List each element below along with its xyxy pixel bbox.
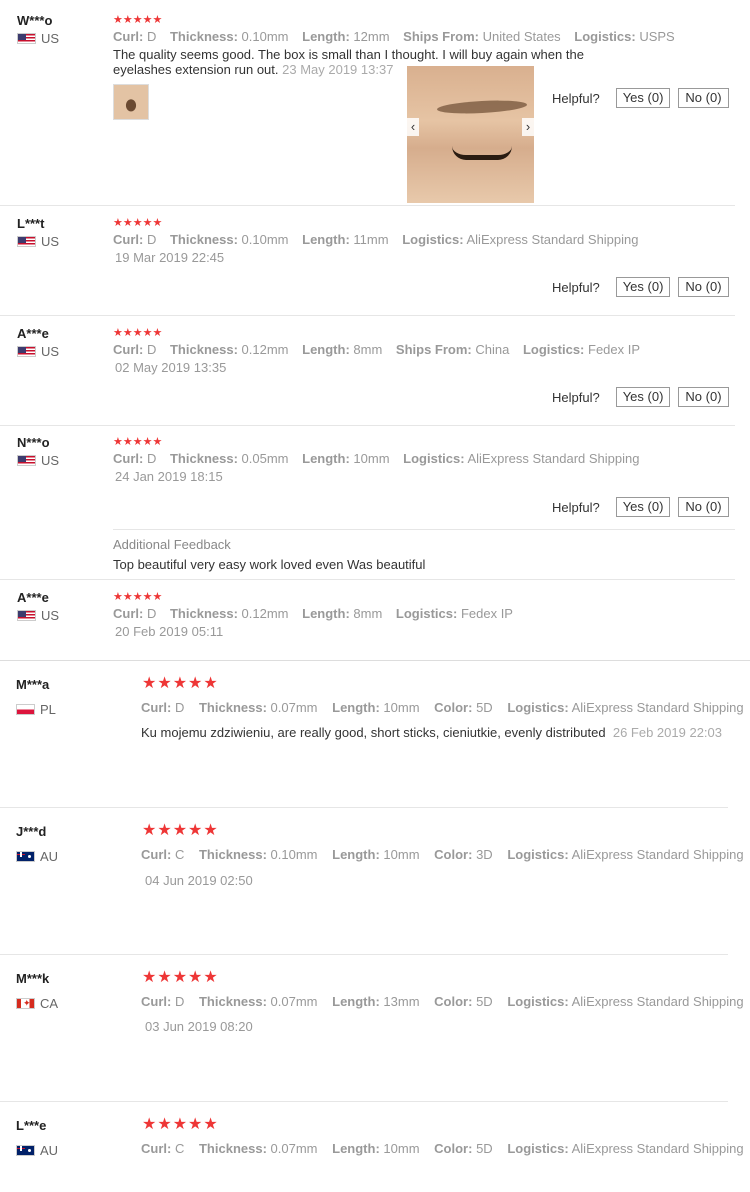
helpful-yes-button[interactable]: Yes (0): [615, 88, 671, 108]
country-code: US: [41, 453, 60, 468]
divider: [0, 579, 735, 580]
helpful-label: Helpful?: [552, 499, 600, 515]
star-rating: ★★★★★: [113, 217, 163, 229]
country-code: CA: [40, 996, 59, 1011]
review-date: 24 Jan 2019 18:15: [115, 469, 223, 484]
review-photo-thumbnail[interactable]: [113, 84, 149, 120]
country-code: US: [41, 234, 60, 249]
divider: [113, 529, 735, 530]
divider: [0, 807, 728, 808]
reviewer-country: AU: [16, 849, 58, 864]
us-flag-icon: [17, 33, 36, 44]
us-flag-icon: [17, 236, 36, 247]
review-text: Ku mojemu zdziwieniu, are really good, s…: [141, 725, 722, 740]
helpful-label: Helpful?: [552, 279, 600, 295]
us-flag-icon: [17, 346, 36, 357]
reviewer-country: US: [17, 31, 59, 46]
country-code: AU: [40, 1143, 59, 1158]
helpful-no-button[interactable]: No (0): [678, 277, 729, 297]
eyelash-shape: [452, 146, 512, 160]
additional-feedback-text: Top beautiful very easy work loved even …: [113, 557, 426, 572]
reviewer-name: J***d: [16, 824, 47, 839]
star-rating: ★★★★★: [113, 591, 163, 603]
divider: [0, 660, 750, 661]
helpful-no-button[interactable]: No (0): [678, 387, 729, 407]
divider: [0, 954, 728, 955]
helpful-yes-button[interactable]: Yes (0): [615, 497, 671, 517]
country-code: PL: [40, 702, 56, 717]
helpful-yes-button[interactable]: Yes (0): [615, 277, 671, 297]
helpful-label: Helpful?: [552, 90, 600, 106]
reviewer-country: US: [17, 234, 59, 249]
pl-flag-icon: [16, 704, 35, 715]
reviewer-name: A***e: [17, 590, 49, 605]
prev-photo-button[interactable]: ‹: [407, 118, 419, 136]
au-flag-icon: [16, 1145, 35, 1156]
star-rating: ★★★★★: [142, 822, 219, 839]
review-attributes: Curl: D Thickness: 0.07mm Length: 13mm C…: [141, 994, 744, 1009]
review-date: 02 May 2019 13:35: [115, 360, 227, 375]
country-code: AU: [40, 849, 59, 864]
star-rating: ★★★★★: [113, 327, 163, 339]
country-code: US: [41, 608, 60, 623]
helpful-vote: Helpful? Yes (0) No (0): [552, 497, 729, 517]
reviewer-name: M***a: [16, 677, 50, 692]
divider: [0, 425, 735, 426]
reviewer-name: W***o: [17, 13, 53, 28]
review-attributes: Curl: D Thickness: 0.07mm Length: 10mm C…: [141, 700, 744, 715]
review-attributes: Curl: D Thickness: 0.10mm Length: 12mm S…: [113, 29, 675, 44]
country-code: US: [41, 344, 60, 359]
review-attributes: Curl: C Thickness: 0.10mm Length: 10mm C…: [141, 847, 744, 862]
reviewer-country: US: [17, 344, 59, 359]
review-date: 20 Feb 2019 05:11: [115, 624, 224, 639]
reviewer-name: A***e: [17, 326, 49, 341]
review-attributes: Curl: D Thickness: 0.12mm Length: 8mm Lo…: [113, 606, 513, 621]
reviewer-country: CA: [16, 996, 58, 1011]
review-date: 03 Jun 2019 08:20: [145, 1019, 253, 1034]
reviewer-country: US: [17, 453, 59, 468]
star-rating: ★★★★★: [142, 675, 219, 692]
review-text: The quality seems good. The box is small…: [113, 47, 584, 77]
star-rating: ★★★★★: [113, 436, 163, 448]
country-code: US: [41, 31, 60, 46]
us-flag-icon: [17, 455, 36, 466]
eyebrow-shape: [436, 98, 528, 116]
review-attributes: Curl: D Thickness: 0.10mm Length: 11mm L…: [113, 232, 639, 247]
helpful-yes-button[interactable]: Yes (0): [615, 387, 671, 407]
review-attributes: Curl: C Thickness: 0.07mm Length: 10mm C…: [141, 1141, 744, 1156]
us-flag-icon: [17, 610, 36, 621]
helpful-label: Helpful?: [552, 389, 600, 405]
helpful-no-button[interactable]: No (0): [678, 497, 729, 517]
review-date: 04 Jun 2019 02:50: [145, 873, 253, 888]
reviewer-country: AU: [16, 1143, 58, 1158]
additional-feedback-title: Additional Feedback: [113, 537, 231, 552]
star-rating: ★★★★★: [113, 14, 163, 26]
reviewer-country: PL: [16, 702, 56, 717]
helpful-vote: Helpful? Yes (0) No (0): [552, 277, 729, 297]
helpful-vote: Helpful? Yes (0) No (0): [552, 387, 729, 407]
star-rating: ★★★★★: [142, 969, 219, 986]
reviewer-name: N***o: [17, 435, 50, 450]
reviewer-name: L***t: [17, 216, 45, 231]
review-photo-preview: ‹ ›: [407, 66, 534, 203]
divider: [0, 315, 735, 316]
review-date: 19 Mar 2019 22:45: [115, 250, 225, 265]
review-attributes: Curl: D Thickness: 0.12mm Length: 8mm Sh…: [113, 342, 641, 357]
review-date: 26 Feb 2019 22:03: [612, 725, 722, 740]
ca-flag-icon: [16, 998, 35, 1009]
reviewer-country: US: [17, 608, 59, 623]
review-date: 23 May 2019 13:37: [282, 62, 394, 77]
au-flag-icon: [16, 851, 35, 862]
reviewer-name: M***k: [16, 971, 50, 986]
reviewer-name: L***e: [16, 1118, 47, 1133]
helpful-vote: Helpful? Yes (0) No (0): [552, 88, 729, 108]
next-photo-button[interactable]: ›: [522, 118, 534, 136]
helpful-no-button[interactable]: No (0): [678, 88, 729, 108]
review-attributes: Curl: D Thickness: 0.05mm Length: 10mm L…: [113, 451, 640, 466]
divider: [0, 1101, 728, 1102]
star-rating: ★★★★★: [142, 1116, 219, 1133]
divider: [0, 205, 735, 206]
